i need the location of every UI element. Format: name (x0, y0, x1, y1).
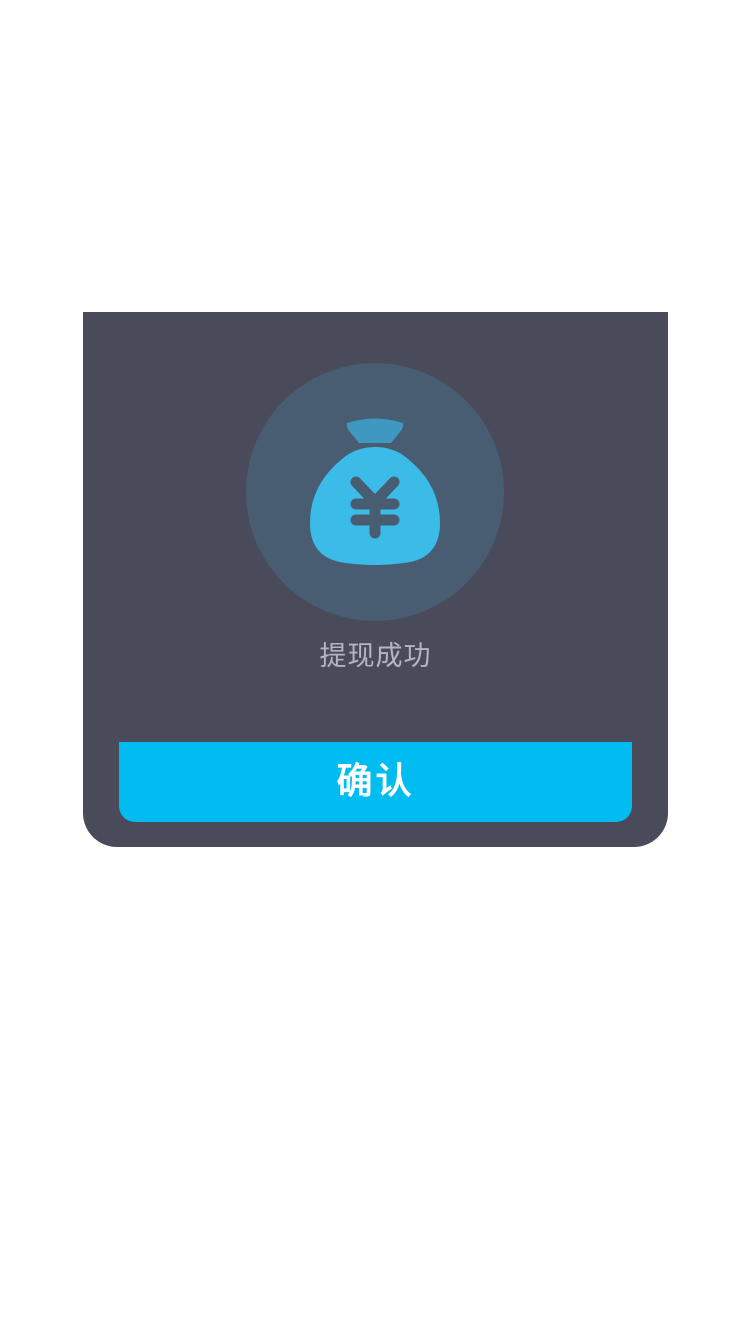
withdraw-success-dialog: 提现成功 确认 (83, 312, 668, 847)
screen: 提现成功 确认 (0, 0, 750, 1334)
icon-circle (246, 363, 504, 621)
success-message: 提现成功 (319, 641, 432, 672)
money-bag-yuan-icon (310, 418, 440, 565)
confirm-button[interactable]: 确认 (119, 742, 632, 822)
